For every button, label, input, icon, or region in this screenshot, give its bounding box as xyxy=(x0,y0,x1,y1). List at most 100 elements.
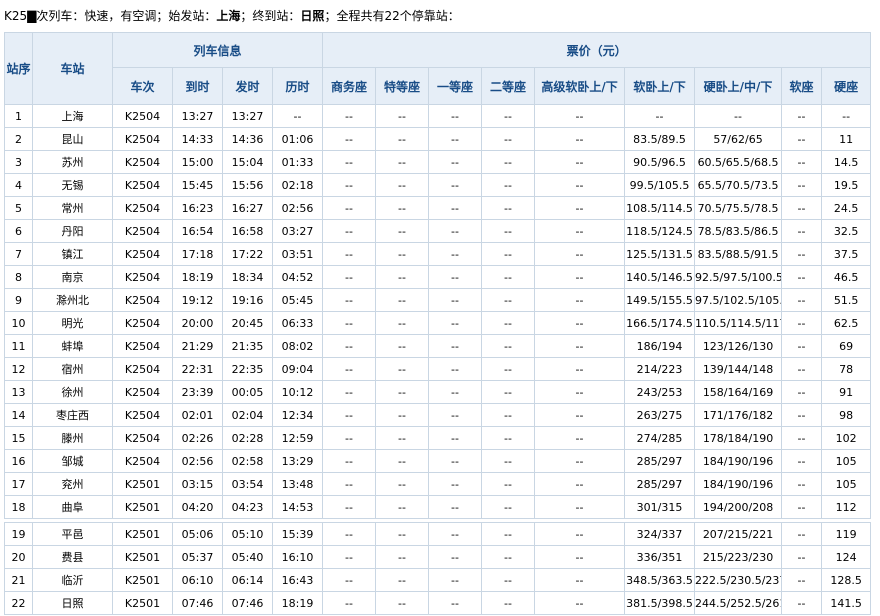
duration-cell: 10:12 xyxy=(271,380,324,404)
table-row: 10 明光 K2504 20:00 20:45 06:33 -- -- -- -- -- 166.5/… xyxy=(4,311,872,335)
duration-cell: 09:04 xyxy=(271,357,324,381)
second-class-fare-cell: -- xyxy=(481,472,536,496)
first-class-fare-cell: -- xyxy=(428,426,483,450)
deluxe-sleeper-fare-cell: -- xyxy=(534,242,626,266)
first-class-fare-cell: -- xyxy=(428,403,483,427)
deluxe-sleeper-fare-cell: -- xyxy=(534,150,626,174)
business-fare-cell: -- xyxy=(322,127,377,151)
hard-seat-fare-cell: 11 xyxy=(821,127,872,151)
col-header-premium: 特等座 xyxy=(375,67,430,105)
hard-seat-fare-cell: 46.5 xyxy=(821,265,872,289)
station-name-cell: 常州 xyxy=(32,196,113,220)
hard-seat-fare-cell: 78 xyxy=(821,357,872,381)
premium-fare-cell: -- xyxy=(375,522,430,546)
duration-cell: 02:56 xyxy=(271,196,324,220)
soft-seat-fare-cell: -- xyxy=(781,242,823,266)
business-fare-cell: -- xyxy=(322,545,377,569)
station-name-cell: 平邑 xyxy=(32,522,113,546)
hard-sleeper-fare-cell: 139/144/148 xyxy=(694,357,783,381)
table-row: 9 滁州北 K2504 19:12 19:16 05:45 -- -- -- -- -- 149.5/… xyxy=(4,288,872,312)
hard-sleeper-fare-cell: 78.5/83.5/86.5 xyxy=(694,219,783,243)
first-class-fare-cell: -- xyxy=(428,380,483,404)
soft-sleeper-fare-cell: 186/194 xyxy=(624,334,696,358)
deluxe-sleeper-fare-cell: -- xyxy=(534,591,626,615)
train-summary-line: K25▇次列车：快速，有空调；始发站：上海；终到站：日照；全程共有22个停靠站： xyxy=(4,6,460,26)
business-fare-cell: -- xyxy=(322,173,377,197)
col-header-station-no: 站序 xyxy=(4,32,33,105)
depart-time-cell: 00:05 xyxy=(222,380,273,404)
second-class-fare-cell: -- xyxy=(481,334,536,358)
premium-fare-cell: -- xyxy=(375,403,430,427)
arrive-time-cell: 20:00 xyxy=(172,311,223,335)
soft-sleeper-fare-cell: 285/297 xyxy=(624,472,696,496)
hard-seat-fare-cell: 124 xyxy=(821,545,872,569)
station-no-cell: 12 xyxy=(4,357,33,381)
duration-cell: 08:02 xyxy=(271,334,324,358)
soft-seat-fare-cell: -- xyxy=(781,545,823,569)
soft-sleeper-fare-cell: 140.5/146.5 xyxy=(624,265,696,289)
deluxe-sleeper-fare-cell: -- xyxy=(534,357,626,381)
arrive-time-cell: 21:29 xyxy=(172,334,223,358)
station-no-cell: 8 xyxy=(4,265,33,289)
soft-seat-fare-cell: -- xyxy=(781,196,823,220)
hard-seat-fare-cell: 24.5 xyxy=(821,196,872,220)
soft-seat-fare-cell: -- xyxy=(781,449,823,473)
premium-fare-cell: -- xyxy=(375,334,430,358)
duration-cell: 03:27 xyxy=(271,219,324,243)
duration-cell: 16:10 xyxy=(271,545,324,569)
soft-seat-fare-cell: -- xyxy=(781,495,823,519)
first-class-fare-cell: -- xyxy=(428,288,483,312)
table-row: 17 兖州 K2501 03:15 03:54 13:48 -- -- -- -- -- 285/29… xyxy=(4,472,872,496)
train-no-cell: K2504 xyxy=(112,311,173,335)
table-row: 3 苏州 K2504 15:00 15:04 01:33 -- -- -- -- -- 90.5/96… xyxy=(4,150,872,174)
second-class-fare-cell: -- xyxy=(481,265,536,289)
train-no-cell: K2504 xyxy=(112,242,173,266)
first-class-fare-cell: -- xyxy=(428,495,483,519)
depart-time-cell: 18:34 xyxy=(222,265,273,289)
hard-sleeper-fare-cell: 194/200/208 xyxy=(694,495,783,519)
deluxe-sleeper-fare-cell: -- xyxy=(534,426,626,450)
business-fare-cell: -- xyxy=(322,357,377,381)
soft-seat-fare-cell: -- xyxy=(781,265,823,289)
arrive-time-cell: 16:23 xyxy=(172,196,223,220)
soft-seat-fare-cell: -- xyxy=(781,104,823,128)
table-row: 19 平邑 K2501 05:06 05:10 15:39 -- -- -- -- -- 324/33… xyxy=(4,522,872,546)
col-header-business: 商务座 xyxy=(322,67,377,105)
hard-sleeper-fare-cell: 65.5/70.5/73.5 xyxy=(694,173,783,197)
soft-sleeper-fare-cell: 285/297 xyxy=(624,449,696,473)
premium-fare-cell: -- xyxy=(375,173,430,197)
hard-seat-fare-cell: 32.5 xyxy=(821,219,872,243)
col-header-soft-sleeper: 软卧上/下 xyxy=(624,67,696,105)
deluxe-sleeper-fare-cell: -- xyxy=(534,545,626,569)
premium-fare-cell: -- xyxy=(375,265,430,289)
origin-label: ；始发站： xyxy=(156,9,217,23)
col-header-hard-sleeper: 硬卧上/中/下 xyxy=(694,67,783,105)
premium-fare-cell: -- xyxy=(375,127,430,151)
soft-sleeper-fare-cell: 90.5/96.5 xyxy=(624,150,696,174)
station-name-cell: 苏州 xyxy=(32,150,113,174)
duration-cell: 12:59 xyxy=(271,426,324,450)
station-no-cell: 9 xyxy=(4,288,33,312)
deluxe-sleeper-fare-cell: -- xyxy=(534,219,626,243)
station-no-cell: 6 xyxy=(4,219,33,243)
deluxe-sleeper-fare-cell: -- xyxy=(534,449,626,473)
duration-cell: 15:39 xyxy=(271,522,324,546)
station-name-cell: 日照 xyxy=(32,591,113,615)
table-row: 7 镇江 K2504 17:18 17:22 03:51 -- -- -- -- -- 125.5/1… xyxy=(4,242,872,266)
col-header-deluxe-sleeper: 高级软卧上/下 xyxy=(534,67,626,105)
table-row: 18 曲阜 K2501 04:20 04:23 14:53 -- -- -- -- -- 301/31… xyxy=(4,495,872,519)
business-fare-cell: -- xyxy=(322,219,377,243)
arrive-time-cell: 17:18 xyxy=(172,242,223,266)
soft-sleeper-fare-cell: 118.5/124.5 xyxy=(624,219,696,243)
station-no-cell: 19 xyxy=(4,522,33,546)
depart-time-cell: 07:46 xyxy=(222,591,273,615)
station-no-cell: 2 xyxy=(4,127,33,151)
second-class-fare-cell: -- xyxy=(481,173,536,197)
station-name-cell: 昆山 xyxy=(32,127,113,151)
duration-cell: 14:53 xyxy=(271,495,324,519)
depart-time-cell: 16:27 xyxy=(222,196,273,220)
deluxe-sleeper-fare-cell: -- xyxy=(534,288,626,312)
table-row: 2 昆山 K2504 14:33 14:36 01:06 -- -- -- -- -- 83.5/89… xyxy=(4,127,872,151)
depart-time-cell: 20:45 xyxy=(222,311,273,335)
station-name-cell: 丹阳 xyxy=(32,219,113,243)
